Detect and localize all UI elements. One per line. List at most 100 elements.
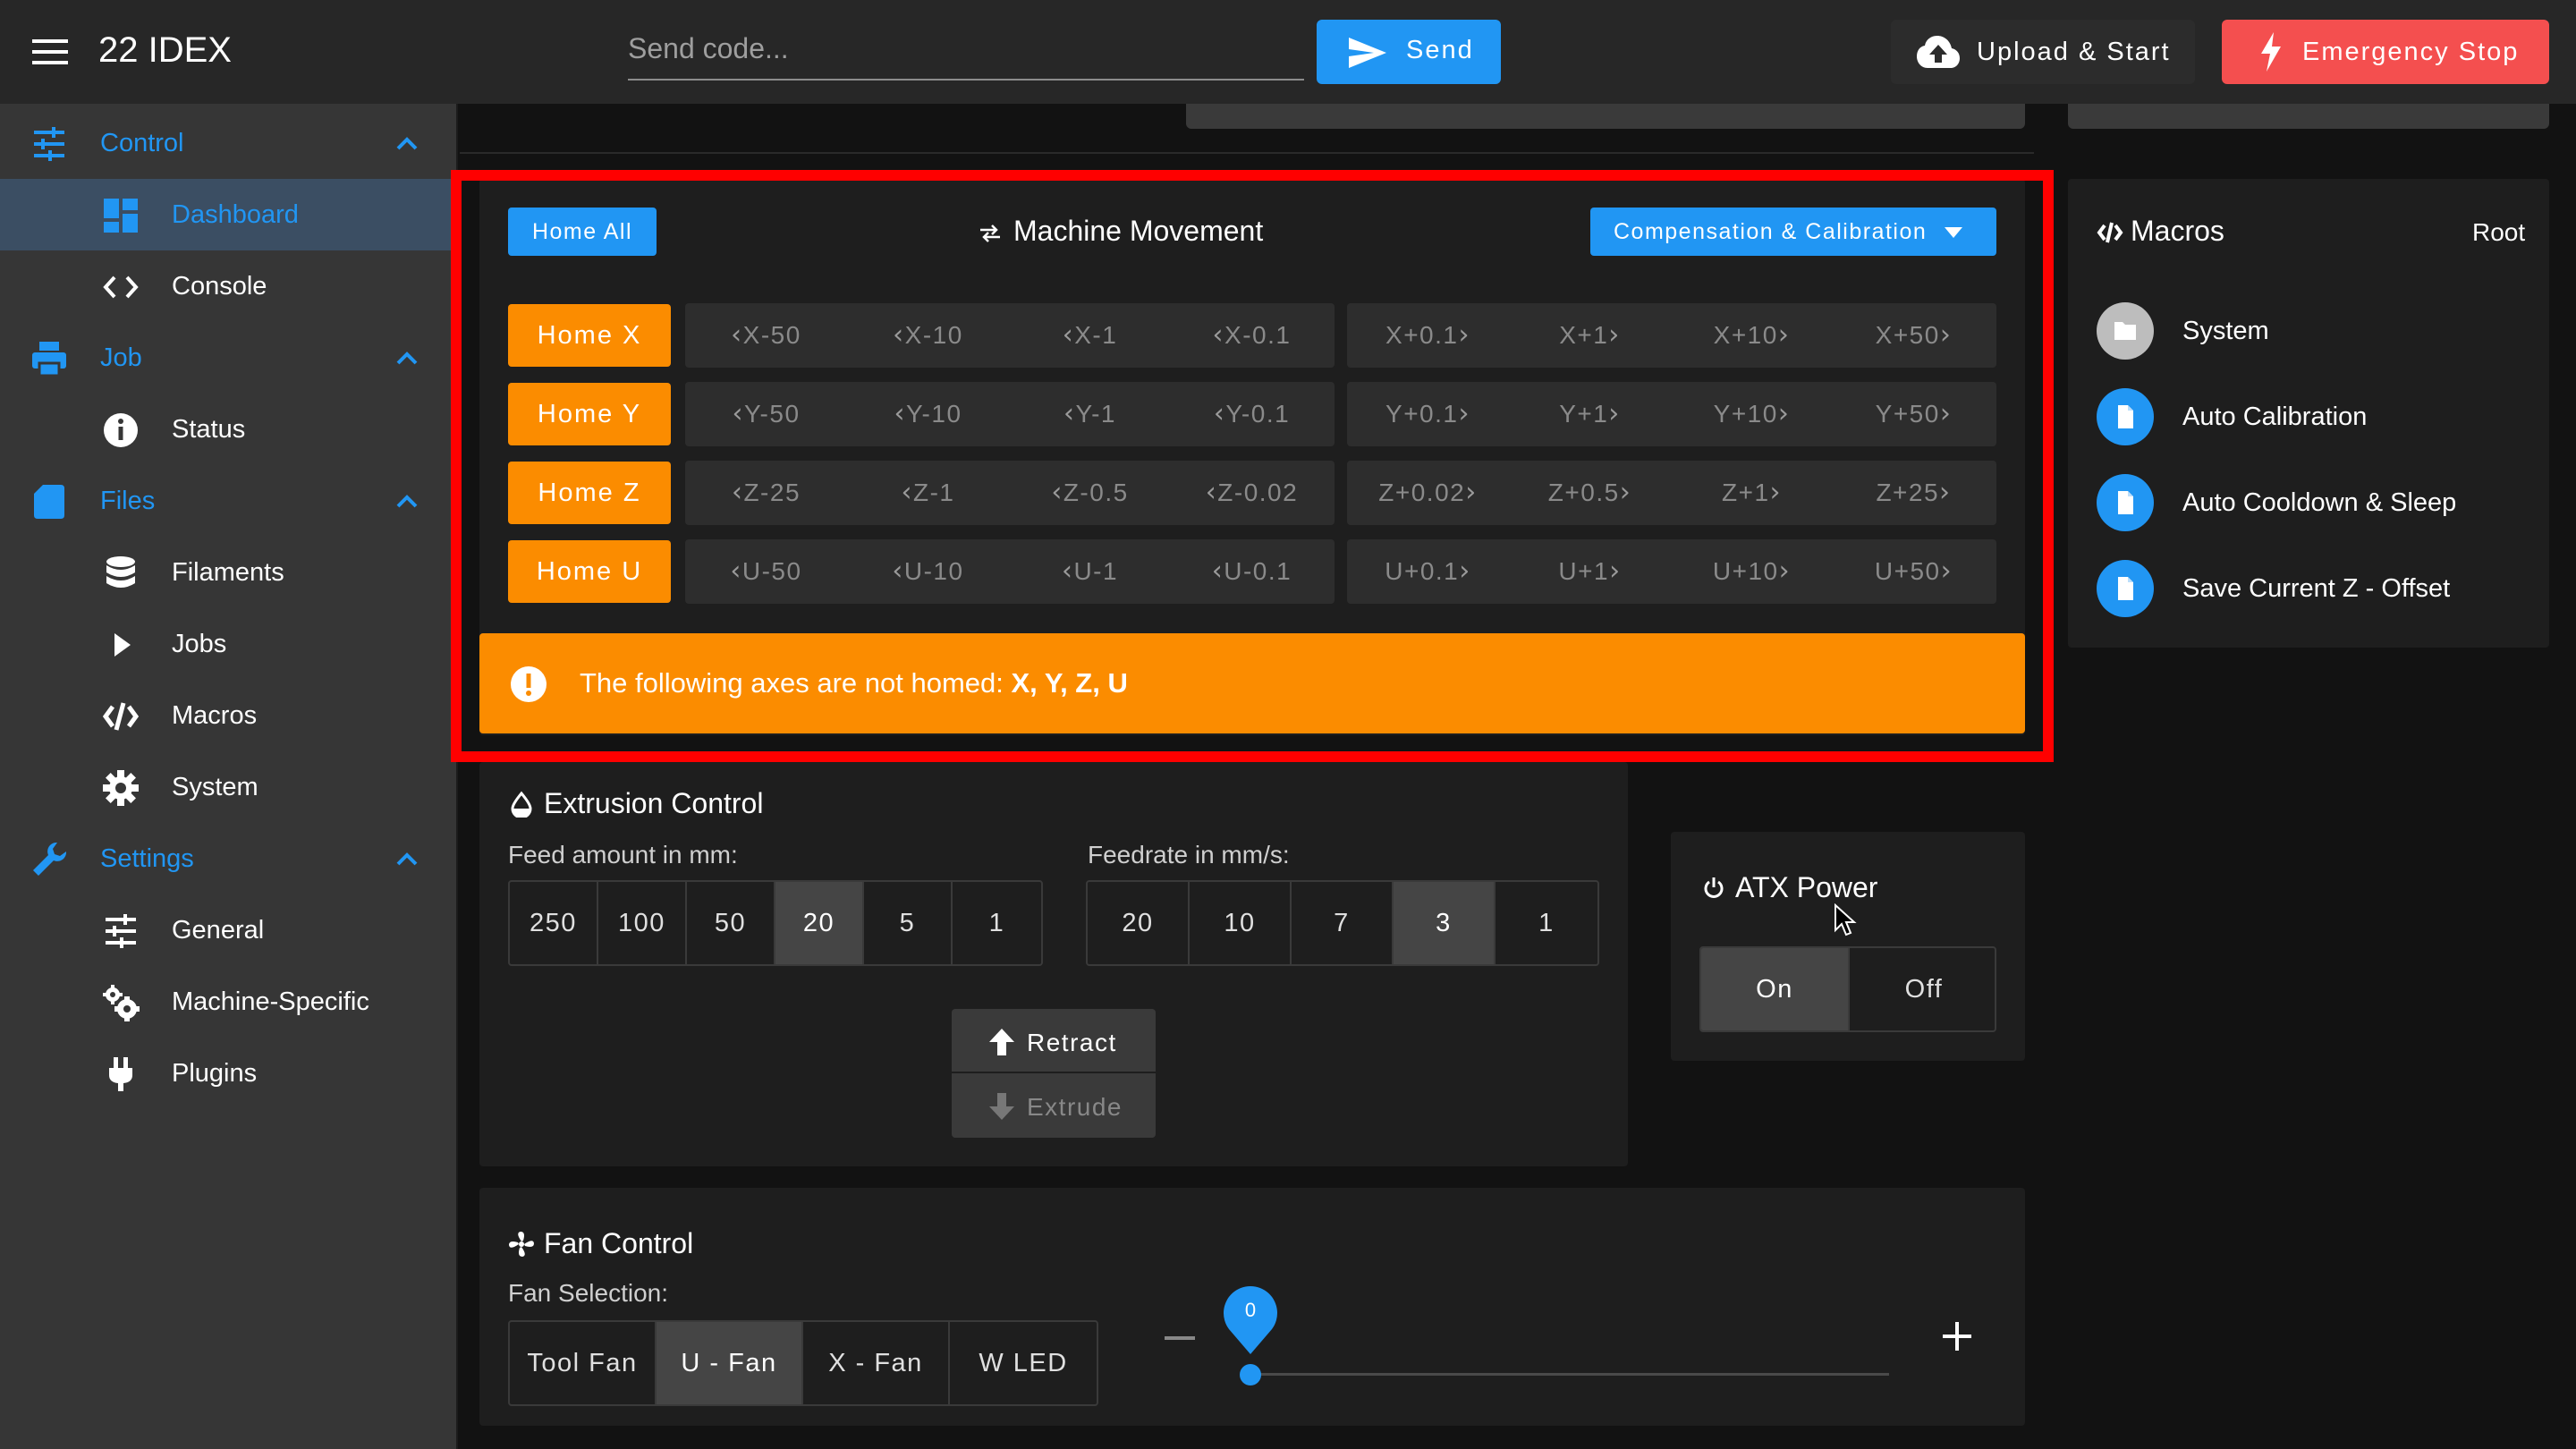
plug-icon	[109, 1057, 132, 1091]
sidebar-item-plugins[interactable]: Plugins	[0, 1038, 456, 1109]
folder-icon	[2097, 302, 2154, 360]
nav-group-files[interactable]: Files	[0, 465, 456, 537]
file-icon	[2097, 388, 2154, 445]
feed-amount-option[interactable]: 1	[953, 882, 1041, 964]
extrude-button[interactable]: Extrude	[952, 1073, 1156, 1138]
sidebar-item-machine-specific[interactable]: Machine-Specific	[0, 966, 456, 1038]
send-button[interactable]: Send	[1317, 20, 1501, 84]
sidebar-item-label: Filaments	[172, 558, 284, 587]
fan-decrease-button[interactable]	[1165, 1336, 1195, 1340]
nav-group-label: Job	[100, 343, 142, 372]
feedrate-option[interactable]: 10	[1190, 882, 1292, 964]
dashboard-icon	[104, 199, 138, 233]
nav-group-label: Control	[100, 129, 184, 157]
sidebar-item-label: Console	[172, 272, 267, 301]
cloud-upload-icon	[1917, 36, 1960, 68]
code-input[interactable]: Send code...	[628, 21, 1304, 80]
feed-amount-option[interactable]: 100	[598, 882, 687, 964]
upload-start-button[interactable]: Upload & Start	[1891, 20, 2195, 84]
nav-group-control[interactable]: Control	[0, 107, 456, 179]
emergency-stop-button[interactable]: Emergency Stop	[2222, 20, 2549, 84]
sidebar-item-macros[interactable]: Macros	[0, 680, 456, 751]
atx-power-title: ATX Power	[1735, 871, 1878, 903]
feed-amount-option[interactable]: 5	[864, 882, 953, 964]
chevron-up-icon	[396, 352, 418, 365]
sidebar-item-dashboard[interactable]: Dashboard	[0, 179, 456, 250]
retract-label: Retract	[1027, 1029, 1117, 1056]
upload-start-label: Upload & Start	[1977, 38, 2171, 66]
fan-icon	[509, 1232, 534, 1257]
lightning-icon	[2261, 32, 2281, 72]
sidebar-item-label: Machine-Specific	[172, 987, 369, 1016]
sidebar-item-label: System	[172, 773, 258, 801]
drop-icon	[511, 791, 532, 818]
retract-button[interactable]: Retract	[952, 1009, 1156, 1073]
sidebar-item-label: Macros	[172, 701, 258, 730]
power-icon	[1704, 877, 1724, 898]
send-icon	[1349, 38, 1386, 68]
fan-slider-track[interactable]	[1249, 1373, 1889, 1376]
macro-list-item[interactable]: Save Current Z - Offset	[2097, 547, 2544, 633]
fan-selection-option[interactable]: Tool Fan	[510, 1322, 657, 1404]
fan-selection-option[interactable]: X - Fan	[803, 1322, 950, 1404]
sidebar: Control Dashboard Console Job Status Fil…	[0, 104, 458, 1449]
macro-item-label: Auto Cooldown & Sleep	[2182, 488, 2457, 517]
file-icon	[2097, 474, 2154, 531]
nav-group-label: Files	[100, 487, 156, 515]
macro-list-item[interactable]: System	[2097, 290, 2544, 376]
sidebar-item-jobs[interactable]: Jobs	[0, 608, 456, 680]
send-label: Send	[1406, 36, 1474, 64]
macros-root-breadcrumb[interactable]: Root	[2472, 218, 2525, 247]
highlight-box	[451, 170, 2054, 762]
app-bar: 22 IDEX Send code... Send Upload & Start…	[0, 0, 2576, 104]
atx-power-toggle: On Off	[1699, 946, 1996, 1032]
sidebar-item-label: General	[172, 916, 265, 945]
emergency-stop-label: Emergency Stop	[2302, 38, 2520, 66]
feedrate-option[interactable]: 7	[1292, 882, 1394, 964]
plus-icon[interactable]	[1941, 1320, 1973, 1352]
fan-slider-thumb[interactable]	[1240, 1364, 1261, 1385]
top-card-fragment	[1186, 104, 2025, 129]
feedrate-option[interactable]: 3	[1394, 882, 1496, 964]
sidebar-item-filaments[interactable]: Filaments	[0, 537, 456, 608]
tune-icon	[34, 127, 64, 161]
database-icon	[106, 556, 135, 588]
chevron-up-icon	[396, 852, 418, 866]
macro-list-item[interactable]: Auto Calibration	[2097, 376, 2544, 462]
retract-extrude-group: Retract Extrude	[952, 1009, 1156, 1138]
macros-title: Macros	[2131, 215, 2224, 247]
menu-icon[interactable]	[32, 36, 68, 68]
feed-amount-option[interactable]: 20	[775, 882, 864, 964]
macro-icon	[2097, 222, 2123, 243]
atx-off-button[interactable]: Off	[1850, 948, 1995, 1030]
sidebar-item-console[interactable]: Console	[0, 250, 456, 322]
fan-selection-group: Tool Fan U - Fan X - Fan W LED	[508, 1320, 1098, 1406]
file-icon	[2097, 560, 2154, 617]
fan-selection-option[interactable]: W LED	[950, 1322, 1097, 1404]
printer-icon	[32, 342, 66, 377]
nav-group-job[interactable]: Job	[0, 322, 456, 394]
macro-list-item[interactable]: Auto Cooldown & Sleep	[2097, 462, 2544, 547]
feed-amount-option[interactable]: 250	[510, 882, 598, 964]
sidebar-item-label: Plugins	[172, 1059, 258, 1088]
feed-amount-group: 250 100 50 20 5 1	[508, 880, 1043, 966]
macro-item-label: System	[2182, 317, 2269, 345]
extrude-label: Extrude	[1027, 1093, 1123, 1121]
feedrate-option[interactable]: 1	[1496, 882, 1597, 964]
top-card-fragment	[2068, 104, 2549, 129]
code-icon	[103, 275, 139, 299]
sidebar-item-system[interactable]: System	[0, 751, 456, 823]
feedrate-option[interactable]: 20	[1088, 882, 1190, 964]
sidebar-item-status[interactable]: Status	[0, 394, 456, 465]
nav-group-label: Settings	[100, 844, 194, 873]
extrusion-control-title: Extrusion Control	[544, 787, 764, 819]
divider	[460, 152, 2034, 154]
tune-icon	[106, 914, 136, 948]
info-icon	[104, 413, 138, 447]
sidebar-item-general[interactable]: General	[0, 894, 456, 966]
gear-icon	[103, 770, 139, 806]
nav-group-settings[interactable]: Settings	[0, 823, 456, 894]
feed-amount-option[interactable]: 50	[687, 882, 775, 964]
atx-on-button[interactable]: On	[1701, 948, 1850, 1030]
fan-selection-option[interactable]: U - Fan	[657, 1322, 803, 1404]
